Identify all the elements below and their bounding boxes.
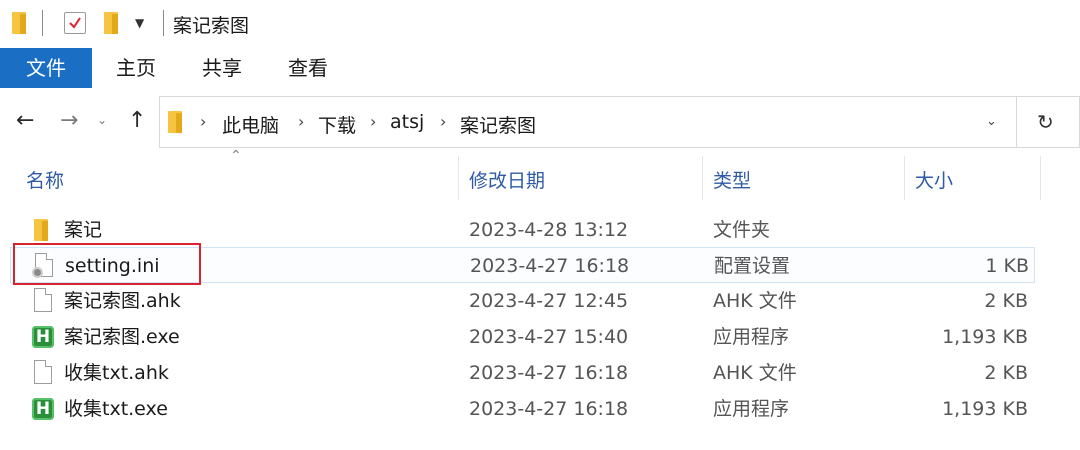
properties-icon[interactable] bbox=[64, 12, 86, 34]
breadcrumb-separator[interactable]: › bbox=[370, 112, 376, 131]
file-modified: 2023-4-27 12:45 bbox=[469, 290, 629, 312]
file-modified: 2023-4-27 16:18 bbox=[469, 362, 629, 384]
folder-icon bbox=[12, 12, 26, 34]
new-folder-icon[interactable] bbox=[104, 12, 118, 34]
address-bar[interactable]: › 此电脑 › 下载 › atsj › 案记索图 ⌄ bbox=[159, 96, 1017, 148]
divider bbox=[163, 10, 164, 36]
file-modified: 2023-4-27 15:40 bbox=[469, 326, 629, 348]
title-bar: ▼ 案记索图 bbox=[0, 0, 1080, 48]
column-divider[interactable] bbox=[702, 156, 703, 200]
breadcrumb-separator[interactable]: › bbox=[200, 112, 206, 131]
breadcrumb-downloads[interactable]: 下载 bbox=[318, 111, 356, 138]
back-icon[interactable]: ← bbox=[16, 110, 34, 132]
file-type: 应用程序 bbox=[713, 398, 790, 420]
breadcrumb-separator[interactable]: › bbox=[298, 112, 304, 131]
file-modified: 2023-4-28 13:12 bbox=[469, 219, 629, 241]
file-size: 2 KB bbox=[984, 290, 1028, 312]
sort-ascending-icon: ⌃ bbox=[230, 148, 242, 164]
file-icon bbox=[34, 288, 52, 312]
address-dropdown-icon[interactable]: ⌄ bbox=[986, 114, 997, 129]
highlight-annotation bbox=[13, 243, 201, 285]
file-modified: 2023-4-27 16:18 bbox=[470, 255, 630, 277]
refresh-icon: ↻ bbox=[1037, 110, 1054, 134]
file-type: AHK 文件 bbox=[713, 362, 797, 384]
window-title: 案记索图 bbox=[173, 15, 250, 37]
column-header-name[interactable]: 名称 bbox=[26, 150, 64, 212]
tab-share[interactable]: 共享 bbox=[194, 48, 250, 88]
file-size: 1,193 KB bbox=[942, 398, 1028, 420]
ribbon-tabs: 文件 主页 共享 查看 bbox=[0, 48, 1080, 88]
tab-file[interactable]: 文件 bbox=[0, 48, 92, 88]
file-size: 1 KB bbox=[985, 255, 1029, 277]
breadcrumb-this-pc[interactable]: 此电脑 bbox=[222, 111, 279, 138]
file-row[interactable]: 收集txt.ahk 2023-4-27 16:18 AHK 文件 2 KB bbox=[10, 355, 1035, 391]
column-header-modified[interactable]: 修改日期 bbox=[469, 150, 545, 212]
file-size: 1,193 KB bbox=[942, 326, 1028, 348]
file-modified: 2023-4-27 16:18 bbox=[469, 398, 629, 420]
folder-icon bbox=[168, 111, 182, 133]
refresh-button[interactable]: ↻ bbox=[1017, 96, 1080, 148]
breadcrumb-current[interactable]: 案记索图 bbox=[460, 111, 536, 138]
file-name: 收集txt.ahk bbox=[64, 362, 169, 384]
recent-locations-icon[interactable]: ⌄ bbox=[97, 114, 107, 126]
breadcrumb-atsj[interactable]: atsj bbox=[390, 111, 424, 133]
file-row[interactable]: 案记索图.ahk 2023-4-27 12:45 AHK 文件 2 KB bbox=[10, 283, 1035, 319]
file-name: 案记索图.ahk bbox=[64, 290, 181, 312]
file-row[interactable]: H 案记索图.exe 2023-4-27 15:40 应用程序 1,193 KB bbox=[10, 319, 1035, 355]
file-type: 应用程序 bbox=[713, 326, 790, 348]
exe-icon: H bbox=[32, 398, 54, 420]
forward-icon[interactable]: → bbox=[60, 110, 78, 132]
file-row[interactable]: H 收集txt.exe 2023-4-27 16:18 应用程序 1,193 K… bbox=[10, 391, 1035, 427]
up-icon[interactable]: ↑ bbox=[128, 110, 146, 132]
quick-access-dropdown-icon[interactable]: ▼ bbox=[135, 16, 144, 30]
divider bbox=[42, 10, 43, 36]
file-name: 案记索图.exe bbox=[64, 326, 180, 348]
column-divider[interactable] bbox=[1040, 156, 1041, 200]
column-divider[interactable] bbox=[458, 156, 459, 200]
tab-home[interactable]: 主页 bbox=[108, 48, 164, 88]
column-divider[interactable] bbox=[904, 156, 905, 200]
file-type: AHK 文件 bbox=[713, 290, 797, 312]
folder-icon bbox=[34, 219, 48, 241]
exe-icon: H bbox=[32, 326, 54, 348]
file-size: 2 KB bbox=[984, 362, 1028, 384]
column-header-size[interactable]: 大小 bbox=[915, 150, 953, 212]
file-type: 配置设置 bbox=[714, 255, 791, 277]
column-header-type[interactable]: 类型 bbox=[713, 150, 751, 212]
file-icon bbox=[34, 360, 52, 384]
file-name: 收集txt.exe bbox=[64, 398, 168, 420]
breadcrumb-separator[interactable]: › bbox=[440, 112, 446, 131]
file-type: 文件夹 bbox=[713, 219, 771, 241]
tab-view[interactable]: 查看 bbox=[280, 48, 336, 88]
